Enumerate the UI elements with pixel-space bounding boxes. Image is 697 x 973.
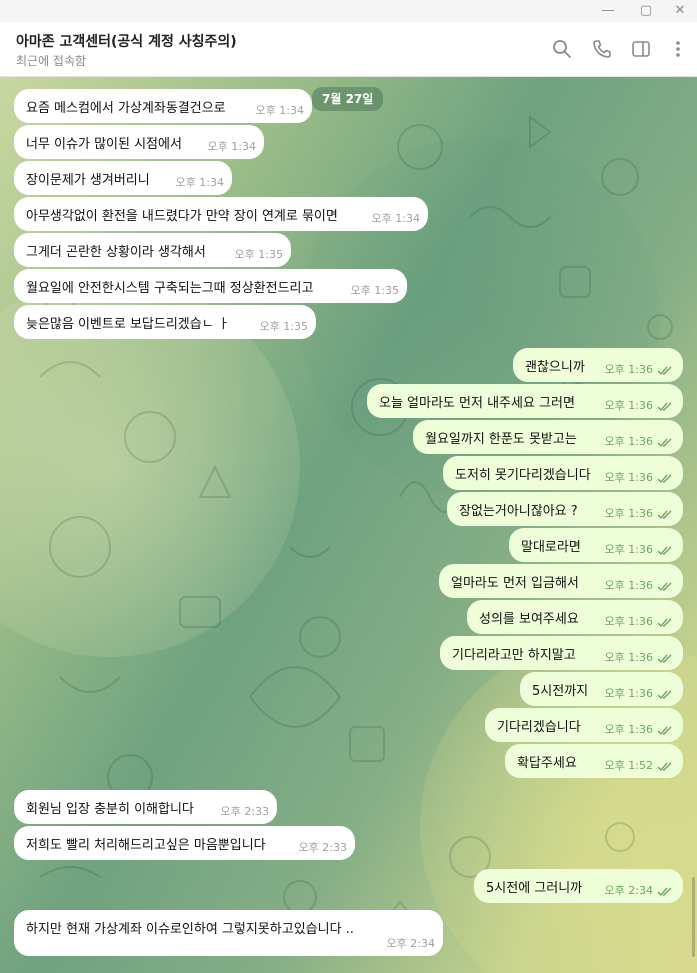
outgoing-message[interactable]: 5시전까지 오후 1:36 xyxy=(520,672,683,706)
more-icon[interactable] xyxy=(668,39,688,59)
message-text: 기다리라고만 하지말고 xyxy=(452,648,576,663)
message-text: 얼마라도 먼저 입금해서 xyxy=(451,576,579,591)
chat-scrollbar[interactable] xyxy=(692,877,695,957)
message-text: 확답주세요 xyxy=(517,756,577,771)
chat-area[interactable]: 7월 27일 요즘 메스컴에서 가상계좌동결건으로 오후 1:34 너무 이슈가 많… xyxy=(0,77,697,973)
message-text: 오늘 얼마라도 먼저 내주세요 그러면 xyxy=(379,396,575,411)
message-text: 너무 이슈가 많이된 시점에서 xyxy=(26,137,182,152)
read-checkmarks-icon xyxy=(657,510,672,520)
outgoing-message[interactable]: 확답주세요 오후 1:52 xyxy=(505,744,683,778)
message-time: 오후 1:36 xyxy=(604,435,653,448)
read-checkmarks-icon xyxy=(657,402,672,412)
outgoing-message[interactable]: 오늘 얼마라도 먼저 내주세요 그러면 오후 1:36 xyxy=(367,384,683,418)
message-text: 괜찮으니까 xyxy=(525,360,585,375)
read-checkmarks-icon xyxy=(657,690,672,700)
message-time: 오후 1:35 xyxy=(259,320,308,333)
chat-status: 최근에 접속함 xyxy=(16,54,87,68)
message-time: 오후 1:36 xyxy=(604,507,653,520)
window-titlebar: — ▢ ✕ xyxy=(0,0,697,22)
read-checkmarks-icon xyxy=(657,438,672,448)
message-text: 장없는거아니잖아요 ? xyxy=(459,504,578,519)
outgoing-message[interactable]: 장없는거아니잖아요 ? 오후 1:36 xyxy=(447,492,683,526)
message-text: 하지만 현재 가상계좌 이슈로인하여 그렇지못하고있습니다 .. xyxy=(26,922,354,937)
message-time: 오후 1:35 xyxy=(350,284,399,297)
message-text: 말대로라면 xyxy=(521,540,581,555)
read-checkmarks-icon xyxy=(657,474,672,484)
message-time: 오후 1:34 xyxy=(255,104,304,117)
message-text: 저희도 빨리 처리해드리고싶은 마음뿐입니다 xyxy=(26,838,266,853)
chat-header: 아마존 고객센터(공식 계정 사칭주의) 최근에 접속함 xyxy=(0,22,697,77)
outgoing-message[interactable]: 기다리라고만 하지말고 오후 1:36 xyxy=(440,636,683,670)
phone-icon[interactable] xyxy=(592,39,612,59)
message-text: 성의를 보여주세요 xyxy=(479,612,579,627)
message-text: 그게더 곤란한 상황이라 생각해서 xyxy=(26,245,206,260)
read-checkmarks-icon xyxy=(657,762,672,772)
incoming-message[interactable]: 하지만 현재 가상계좌 이슈로인하여 그렇지못하고있습니다 .. 오후 2:34 xyxy=(14,910,443,956)
read-checkmarks-icon xyxy=(657,654,672,664)
message-time: 오후 1:36 xyxy=(604,687,653,700)
incoming-message[interactable]: 너무 이슈가 많이된 시점에서 오후 1:34 xyxy=(14,125,264,159)
message-time: 오후 1:36 xyxy=(604,471,653,484)
close-button[interactable]: ✕ xyxy=(666,2,694,20)
outgoing-message[interactable]: 기다리겠습니다 오후 1:36 xyxy=(485,708,683,742)
message-text: 월요일에 안전한시스템 구축되는그때 정상환전드리고 xyxy=(26,281,314,296)
message-time: 오후 2:33 xyxy=(220,805,269,818)
incoming-message[interactable]: 월요일에 안전한시스템 구축되는그때 정상환전드리고 오후 1:35 xyxy=(14,269,407,303)
message-time: 오후 1:36 xyxy=(604,723,653,736)
message-text: 월요일까지 한푼도 못받고는 xyxy=(425,432,577,447)
message-text: 장이문제가 생겨버리니 xyxy=(26,173,150,188)
message-time: 오후 2:34 xyxy=(604,884,653,897)
incoming-message[interactable]: 늦은많음 이벤트로 보답드리겠습ㄴ ㅏ 오후 1:35 xyxy=(14,305,316,339)
maximize-button[interactable]: ▢ xyxy=(632,2,660,20)
message-time: 오후 1:34 xyxy=(175,176,224,189)
message-text: 5시전에 그러니까 xyxy=(486,881,583,896)
read-checkmarks-icon xyxy=(657,618,672,628)
outgoing-message[interactable]: 괜찮으니까 오후 1:36 xyxy=(513,348,683,382)
minimize-button[interactable]: — xyxy=(594,2,622,20)
incoming-message[interactable]: 그게더 곤란한 상황이라 생각해서 오후 1:35 xyxy=(14,233,291,267)
message-text: 회원님 입장 충분히 이해합니다 xyxy=(26,802,194,817)
outgoing-message[interactable]: 말대로라면 오후 1:36 xyxy=(509,528,683,562)
message-time: 오후 1:36 xyxy=(604,615,653,628)
read-checkmarks-icon xyxy=(657,726,672,736)
outgoing-message[interactable]: 도저히 못기다리겠습니다 오후 1:36 xyxy=(443,456,683,490)
incoming-message[interactable]: 장이문제가 생겨버리니 오후 1:34 xyxy=(14,161,232,195)
incoming-message[interactable]: 저희도 빨리 처리해드리고싶은 마음뿐입니다 오후 2:33 xyxy=(14,826,355,860)
message-text: 늦은많음 이벤트로 보답드리겠습ㄴ ㅏ xyxy=(26,317,230,332)
chat-title[interactable]: 아마존 고객센터(공식 계정 사칭주의) xyxy=(16,31,237,51)
message-text: 기다리겠습니다 xyxy=(497,720,581,735)
read-checkmarks-icon xyxy=(657,366,672,376)
message-time: 오후 2:34 xyxy=(386,937,435,950)
outgoing-message[interactable]: 얼마라도 먼저 입금해서 오후 1:36 xyxy=(439,564,683,598)
message-text: 요즘 메스컴에서 가상계좌동결건으로 xyxy=(26,101,226,116)
message-time: 오후 1:34 xyxy=(371,212,420,225)
read-checkmarks-icon xyxy=(657,546,672,556)
incoming-message[interactable]: 요즘 메스컴에서 가상계좌동결건으로 오후 1:34 xyxy=(14,89,312,123)
sidebar-toggle-icon[interactable] xyxy=(631,39,651,59)
message-time: 오후 1:36 xyxy=(604,579,653,592)
message-time: 오후 1:52 xyxy=(604,759,653,772)
message-time: 오후 1:36 xyxy=(604,651,653,664)
message-text: 도저히 못기다리겠습니다 xyxy=(455,468,591,483)
message-time: 오후 1:34 xyxy=(207,140,256,153)
message-time: 오후 1:36 xyxy=(604,363,653,376)
message-time: 오후 2:33 xyxy=(298,841,347,854)
outgoing-message[interactable]: 월요일까지 한푼도 못받고는 오후 1:36 xyxy=(413,420,683,454)
outgoing-message[interactable]: 성의를 보여주세요 오후 1:36 xyxy=(467,600,683,634)
outgoing-message[interactable]: 5시전에 그러니까 오후 2:34 xyxy=(474,869,683,903)
read-checkmarks-icon xyxy=(657,887,672,897)
incoming-message[interactable]: 회원님 입장 충분히 이해합니다 오후 2:33 xyxy=(14,790,277,824)
incoming-message[interactable]: 아무생각없이 환전을 내드렸다가 만약 장이 연계로 묶이면 오후 1:34 xyxy=(14,197,428,231)
read-checkmarks-icon xyxy=(657,582,672,592)
date-separator: 7월 27일 xyxy=(312,87,384,111)
message-time: 오후 1:36 xyxy=(604,399,653,412)
message-time: 오후 1:35 xyxy=(234,248,283,261)
search-icon[interactable] xyxy=(552,39,572,59)
message-text: 5시전까지 xyxy=(532,684,589,699)
message-time: 오후 1:36 xyxy=(604,543,653,556)
message-text: 아무생각없이 환전을 내드렸다가 만약 장이 연계로 묶이면 xyxy=(26,209,338,224)
